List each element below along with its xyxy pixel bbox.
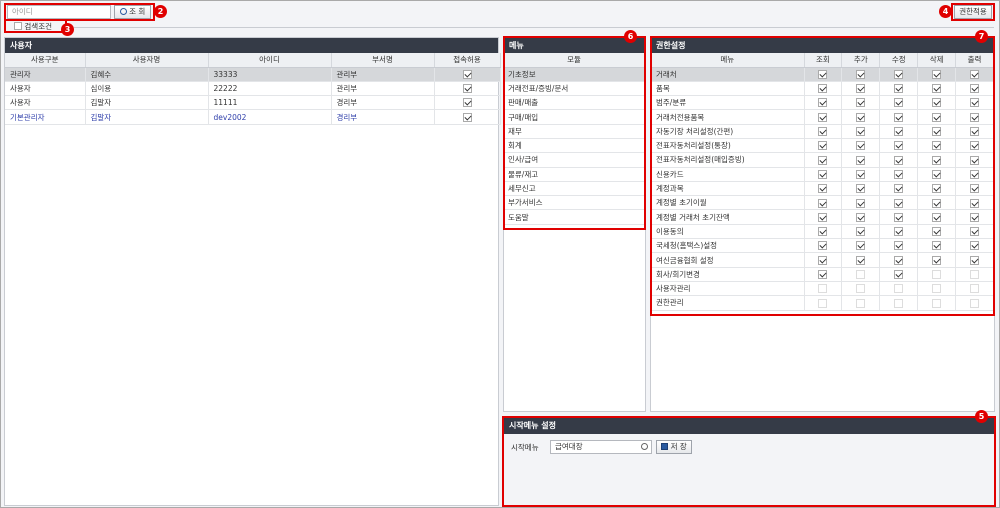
cell-dept: 관리부 — [331, 81, 435, 97]
callout-badge-2: 2 — [154, 5, 167, 18]
allowed-checkbox[interactable] — [462, 98, 472, 108]
cell-name: 김혜수 — [85, 67, 209, 82]
cell-id: 33333 — [208, 67, 332, 82]
callout-badge-7: 7 — [975, 30, 988, 43]
table-row[interactable]: 사용자 심이용 22222 관리부 — [5, 81, 501, 97]
cell-type: 관리자 — [5, 67, 86, 82]
col-header-dept[interactable]: 부서명 — [331, 53, 435, 68]
table-row[interactable]: 기본관리자 김말자 dev2002 경리부 — [5, 109, 501, 125]
callout-badge-6: 6 — [624, 30, 637, 43]
start-menu-highlight — [502, 416, 996, 507]
search-icon — [119, 8, 127, 15]
cell-dept: 경리부 — [331, 95, 435, 111]
permission-apply-button[interactable]: 권한적용 — [954, 5, 992, 19]
callout-badge-5: 5 — [975, 410, 988, 423]
col-header-allowed[interactable]: 접속허용 — [434, 53, 501, 68]
users-table: 사용구분 사용자명 아이디 부서명 접속허용 관리자 김혜수 33333 관리부… — [5, 53, 501, 125]
condition-checkbox-box[interactable] — [14, 22, 22, 30]
condition-checkbox-label: 검색조건 — [24, 22, 52, 31]
cell-name: 심이용 — [85, 81, 209, 97]
search-button[interactable]: 조 회 — [114, 5, 151, 19]
allowed-checkbox[interactable] — [462, 112, 472, 122]
allowed-checkbox[interactable] — [462, 84, 472, 94]
search-button-label: 조 회 — [129, 7, 146, 16]
table-row[interactable]: 사용자 김말자 11111 경리부 — [5, 95, 501, 111]
cell-dept: 경리부 — [331, 109, 435, 125]
permission-highlight — [650, 36, 995, 316]
cell-type: 기본관리자 — [5, 109, 86, 125]
search-condition-checkbox[interactable]: 검색조건 — [14, 22, 52, 32]
cell-type: 사용자 — [5, 81, 86, 97]
callout-badge-3: 3 — [61, 23, 74, 36]
top-divider — [74, 27, 994, 28]
col-header-type[interactable]: 사용구분 — [5, 53, 86, 68]
cell-dept: 관리부 — [331, 67, 435, 82]
cell-id: 22222 — [208, 81, 332, 97]
users-panel-title: 사용자 — [5, 38, 498, 53]
callout-badge-4: 4 — [939, 5, 952, 18]
menu-highlight — [503, 36, 646, 230]
table-row[interactable]: 관리자 김혜수 33333 관리부 — [5, 67, 501, 82]
cell-name: 김말자 — [85, 109, 209, 125]
users-panel: 사용자 사용구분 사용자명 아이디 부서명 접속허용 관리자 김혜수 33333… — [4, 37, 501, 506]
users-table-header: 사용구분 사용자명 아이디 부서명 접속허용 — [5, 53, 501, 68]
search-input[interactable]: 아이디 — [7, 5, 111, 19]
col-header-name[interactable]: 사용자명 — [85, 53, 209, 68]
cell-type: 사용자 — [5, 95, 86, 111]
cell-id: 11111 — [208, 95, 332, 111]
col-header-id[interactable]: 아이디 — [208, 53, 332, 68]
cell-name: 김말자 — [85, 95, 209, 111]
allowed-checkbox[interactable] — [462, 69, 472, 79]
cell-id: dev2002 — [208, 109, 332, 125]
